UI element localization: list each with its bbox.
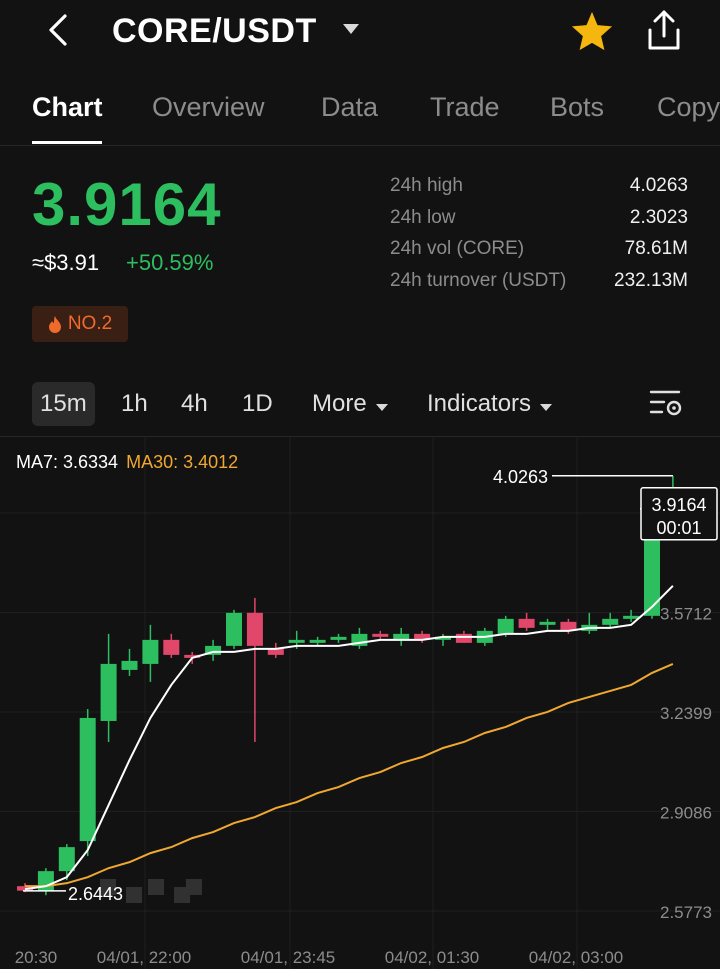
flame-icon [48,316,61,333]
price-change: +50.59% [126,250,214,275]
stat-row: 24h low 2.3023 [390,207,688,239]
x-tick-label: 04/02, 01:30 [385,948,480,967]
stat-label: 24h high [390,175,463,196]
stat-label: 24h turnover (USDT) [390,269,567,291]
chevron-down-icon [375,383,389,427]
watermark-block [186,879,202,895]
interval-15m[interactable]: 15m [32,382,95,426]
candle-body [142,639,159,664]
y-tick-label: 2.9086 [660,803,712,822]
tab-overview[interactable]: Overview [152,92,265,123]
stat-value: 232.13M [614,269,688,291]
candle-body [497,618,514,634]
usd-price: ≈$3.91 [32,250,100,275]
candle-body [226,612,242,646]
candle-body [163,639,180,655]
candle-body [309,639,326,643]
high-label: 4.0263 [493,467,548,487]
y-tick-label: 3.5712 [660,604,712,623]
ma7-line [24,585,674,891]
stat-row: 24h vol (CORE) 78.61M [390,238,688,270]
x-tick-label: 04/01, 23:45 [241,948,336,967]
interval-1h[interactable]: 1h [121,382,148,426]
stat-value: 4.0263 [629,175,688,196]
back-icon[interactable] [40,12,76,48]
candle-body [121,660,138,670]
rank-badge[interactable]: NO.2 [32,306,128,342]
tab-chart[interactable]: Chart [32,92,103,123]
active-tab-indicator [32,141,102,144]
section-tabs: Chart Overview Data Trade Bots Copy [0,86,720,146]
candle-body [372,633,389,637]
x-tick-label: 04/02, 03:00 [529,948,624,967]
low-label: 2.6443 [68,884,123,904]
candle-body [246,612,263,646]
candle-body [539,621,556,625]
stat-value: 2.3023 [629,206,688,228]
tab-trade[interactable]: Trade [430,92,500,123]
stats-panel: 24h high 4.0263 24h low 2.3023 24h vol (… [390,175,688,301]
indicators-label: Indicators [427,390,532,417]
share-icon[interactable] [644,8,684,57]
stat-row: 24h turnover (USDT) 232.13M [390,270,688,302]
interval-4h[interactable]: 4h [181,382,208,426]
candle-body [602,618,619,625]
y-tick-label: 3.2399 [660,704,712,723]
stat-value: 78.61M [624,238,688,259]
chevron-down-icon[interactable] [342,22,360,40]
x-tick-label: 20:30 [15,948,58,967]
interval-1d[interactable]: 1D [242,382,273,426]
ma30-value: MA30: 3.4012 [126,452,239,472]
countdown-label: 00:01 [656,518,701,538]
rank-label: NO.2 [67,313,113,334]
candle-body [58,847,75,872]
candle-body [100,663,117,721]
last-price-tag: 3.9164 [651,495,706,515]
candle-body [455,633,472,643]
tab-bots[interactable]: Bots [550,92,604,123]
pair-title[interactable]: CORE/USDT [112,12,317,51]
candle-body [623,615,640,619]
ma-legend: MA7: 3.6334 MA30: 3.4012 [16,452,238,473]
candlestick-chart[interactable]: 3.90243.57123.23992.90862.577320:3004/01… [0,437,720,969]
indicators-dropdown[interactable]: Indicators [427,382,553,426]
candle-body [518,618,535,628]
chart-settings-icon[interactable] [648,388,684,423]
chevron-down-icon [539,383,553,427]
top-bar: CORE/USDT [0,0,720,66]
stat-row: 24h high 4.0263 [390,175,688,207]
stat-label: 24h vol (CORE) [390,238,525,259]
watermark-block [148,879,164,895]
candle-body [330,636,347,640]
more-dropdown[interactable]: More [312,382,389,426]
x-tick-label: 04/01, 22:00 [97,948,192,967]
candle-body [79,717,96,842]
tab-data[interactable]: Data [321,92,378,123]
candle-body [288,639,305,643]
more-label: More [312,390,367,417]
stat-label: 24h low [390,206,456,228]
last-price: 3.9164 [32,171,222,238]
watermark-block [126,887,142,903]
interval-bar: 15m 1h 4h 1D More Indicators [0,378,720,432]
ma7-value: MA7: 3.6334 [16,452,119,472]
y-tick-label: 2.5773 [660,903,712,922]
tab-copy[interactable]: Copy [657,92,720,123]
favorite-star-icon[interactable] [570,10,614,57]
